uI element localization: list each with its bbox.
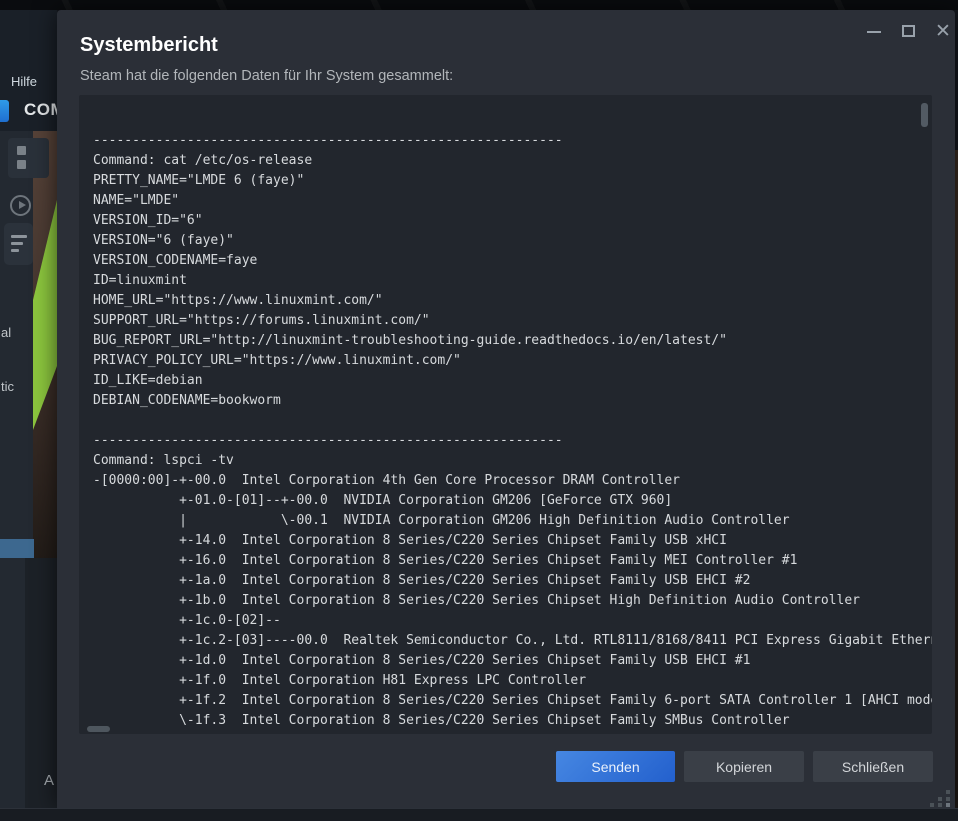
- steam-client-left-strip: Hilfe COMM al tic A: [0, 0, 57, 821]
- grip-dot: [946, 803, 950, 807]
- steam-client-bottom-bar: [0, 808, 958, 821]
- send-button[interactable]: Senden: [556, 751, 675, 782]
- footer-text-partial: A: [44, 772, 54, 789]
- system-report-dialog: ✕ Systembericht Steam hat die folgenden …: [57, 10, 955, 808]
- filter-button[interactable]: [4, 223, 33, 265]
- grip-dot: [946, 790, 950, 794]
- maximize-icon: [902, 25, 915, 37]
- close-icon: ✕: [935, 20, 951, 43]
- grid-icon: [17, 146, 26, 155]
- play-circle-icon[interactable]: [10, 195, 31, 216]
- play-triangle-icon: [19, 201, 26, 209]
- filter-icon: [11, 235, 27, 238]
- window-close-button[interactable]: ✕: [935, 22, 953, 40]
- vertical-scrollbar-thumb[interactable]: [921, 103, 928, 127]
- sidebar-game-label-partial[interactable]: al: [1, 325, 11, 340]
- dialog-title: Systembericht: [80, 34, 218, 57]
- background-artwork-top-strip: [0, 0, 958, 10]
- copy-button[interactable]: Kopieren: [684, 751, 804, 782]
- close-button[interactable]: Schließen: [813, 751, 933, 782]
- system-report-text: ----------------------------------------…: [93, 111, 932, 731]
- nav-community-partial[interactable]: COMM: [24, 100, 57, 120]
- filter-icon: [11, 242, 23, 245]
- game-artwork: [33, 131, 57, 561]
- grid-view-button[interactable]: [8, 138, 49, 178]
- grip-dot: [930, 803, 934, 807]
- minimize-button[interactable]: [865, 22, 883, 40]
- steam-logo-icon: [0, 100, 9, 122]
- filter-icon: [11, 249, 19, 252]
- grip-dot: [946, 797, 950, 801]
- minimize-icon: [867, 31, 881, 33]
- menu-item-help[interactable]: Hilfe: [11, 74, 37, 89]
- sidebar-divider-column: [25, 558, 57, 808]
- horizontal-scrollbar-thumb[interactable]: [87, 726, 110, 732]
- system-report-textarea[interactable]: ----------------------------------------…: [79, 95, 932, 734]
- grip-dot: [938, 797, 942, 801]
- grid-icon: [17, 160, 26, 169]
- sidebar-selected-highlight: [0, 539, 34, 558]
- resize-grip[interactable]: [930, 790, 953, 807]
- artwork-green-band: [33, 131, 57, 561]
- sidebar-game-label-partial[interactable]: tic: [1, 379, 14, 394]
- dialog-subtitle: Steam hat die folgenden Daten für Ihr Sy…: [80, 68, 453, 84]
- maximize-button[interactable]: [900, 22, 918, 40]
- grip-dot: [938, 803, 942, 807]
